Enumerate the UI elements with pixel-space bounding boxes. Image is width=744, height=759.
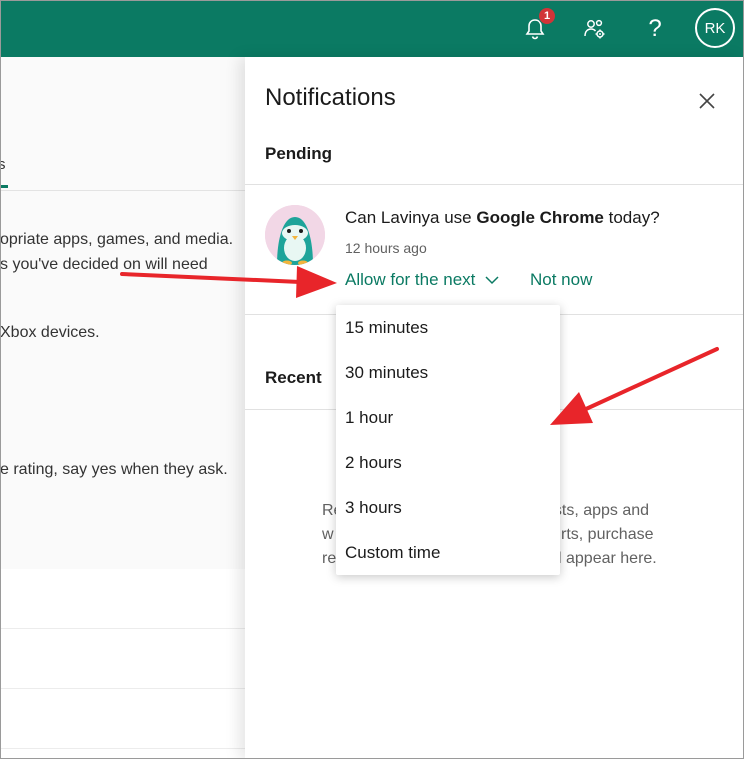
close-icon	[699, 93, 715, 109]
background-page: s opriate apps, games, and media. s you'…	[0, 57, 245, 759]
family-settings-icon	[584, 19, 605, 39]
tab-underline	[0, 185, 8, 188]
not-now-button[interactable]: Not now	[530, 270, 592, 290]
background-text-line: e rating, say yes when they ask.	[0, 461, 228, 478]
empty-text-fragment: re	[322, 550, 337, 567]
notifications-bell-button[interactable]: 1	[518, 7, 556, 46]
allow-label: Allow for the next	[345, 270, 476, 289]
empty-text-fragment: w	[322, 526, 334, 543]
notification-count-badge: 1	[538, 7, 556, 25]
close-panel-button[interactable]	[695, 89, 719, 113]
background-text-line: opriate apps, games, and media.	[0, 231, 234, 248]
empty-text-fragment: ests, apps and	[545, 502, 650, 519]
top-bar: 1 ? RK	[0, 0, 744, 57]
list-row-divider	[0, 748, 245, 749]
duration-option[interactable]: Custom time	[345, 543, 440, 563]
background-tab[interactable]: s	[0, 156, 6, 173]
user-avatar-button[interactable]: RK	[695, 8, 735, 48]
background-divider	[0, 190, 245, 191]
request-app-name: Google Chrome	[476, 208, 604, 227]
request-message: Can Lavinya use Google Chrome today?	[345, 208, 660, 228]
help-button[interactable]: ?	[638, 12, 672, 46]
request-suffix: today?	[603, 208, 660, 227]
family-settings-button[interactable]	[578, 12, 612, 46]
duration-dropdown-menu: 15 minutes 30 minutes 1 hour 2 hours 3 h…	[336, 305, 560, 575]
duration-option[interactable]: 1 hour	[345, 408, 393, 428]
empty-text-fragment: l appear here.	[558, 550, 657, 567]
allow-for-next-dropdown[interactable]: Allow for the next	[345, 270, 499, 290]
duration-option[interactable]: 30 minutes	[345, 363, 428, 383]
penguin-avatar-icon	[265, 205, 325, 265]
duration-option[interactable]: 2 hours	[345, 453, 402, 473]
empty-text-fragment: rts, purchase	[561, 526, 654, 543]
background-list	[0, 569, 245, 759]
background-text-line: Xbox devices.	[0, 324, 100, 341]
background-text-line: s you've decided on will need	[0, 256, 208, 273]
duration-option[interactable]: 3 hours	[345, 498, 402, 518]
section-divider	[245, 184, 744, 185]
child-avatar	[265, 205, 325, 265]
request-timestamp: 12 hours ago	[345, 240, 427, 256]
list-row-divider	[0, 628, 245, 629]
recent-section-label: Recent	[265, 368, 322, 387]
request-prefix: Can Lavinya use	[345, 208, 477, 227]
pending-section-label: Pending	[265, 144, 333, 163]
panel-title: Notifications	[265, 84, 396, 111]
background-content-area: s opriate apps, games, and media. s you'…	[0, 57, 245, 569]
chevron-down-icon	[485, 276, 499, 285]
duration-option[interactable]: 15 minutes	[345, 318, 428, 338]
list-row-divider	[0, 688, 245, 689]
